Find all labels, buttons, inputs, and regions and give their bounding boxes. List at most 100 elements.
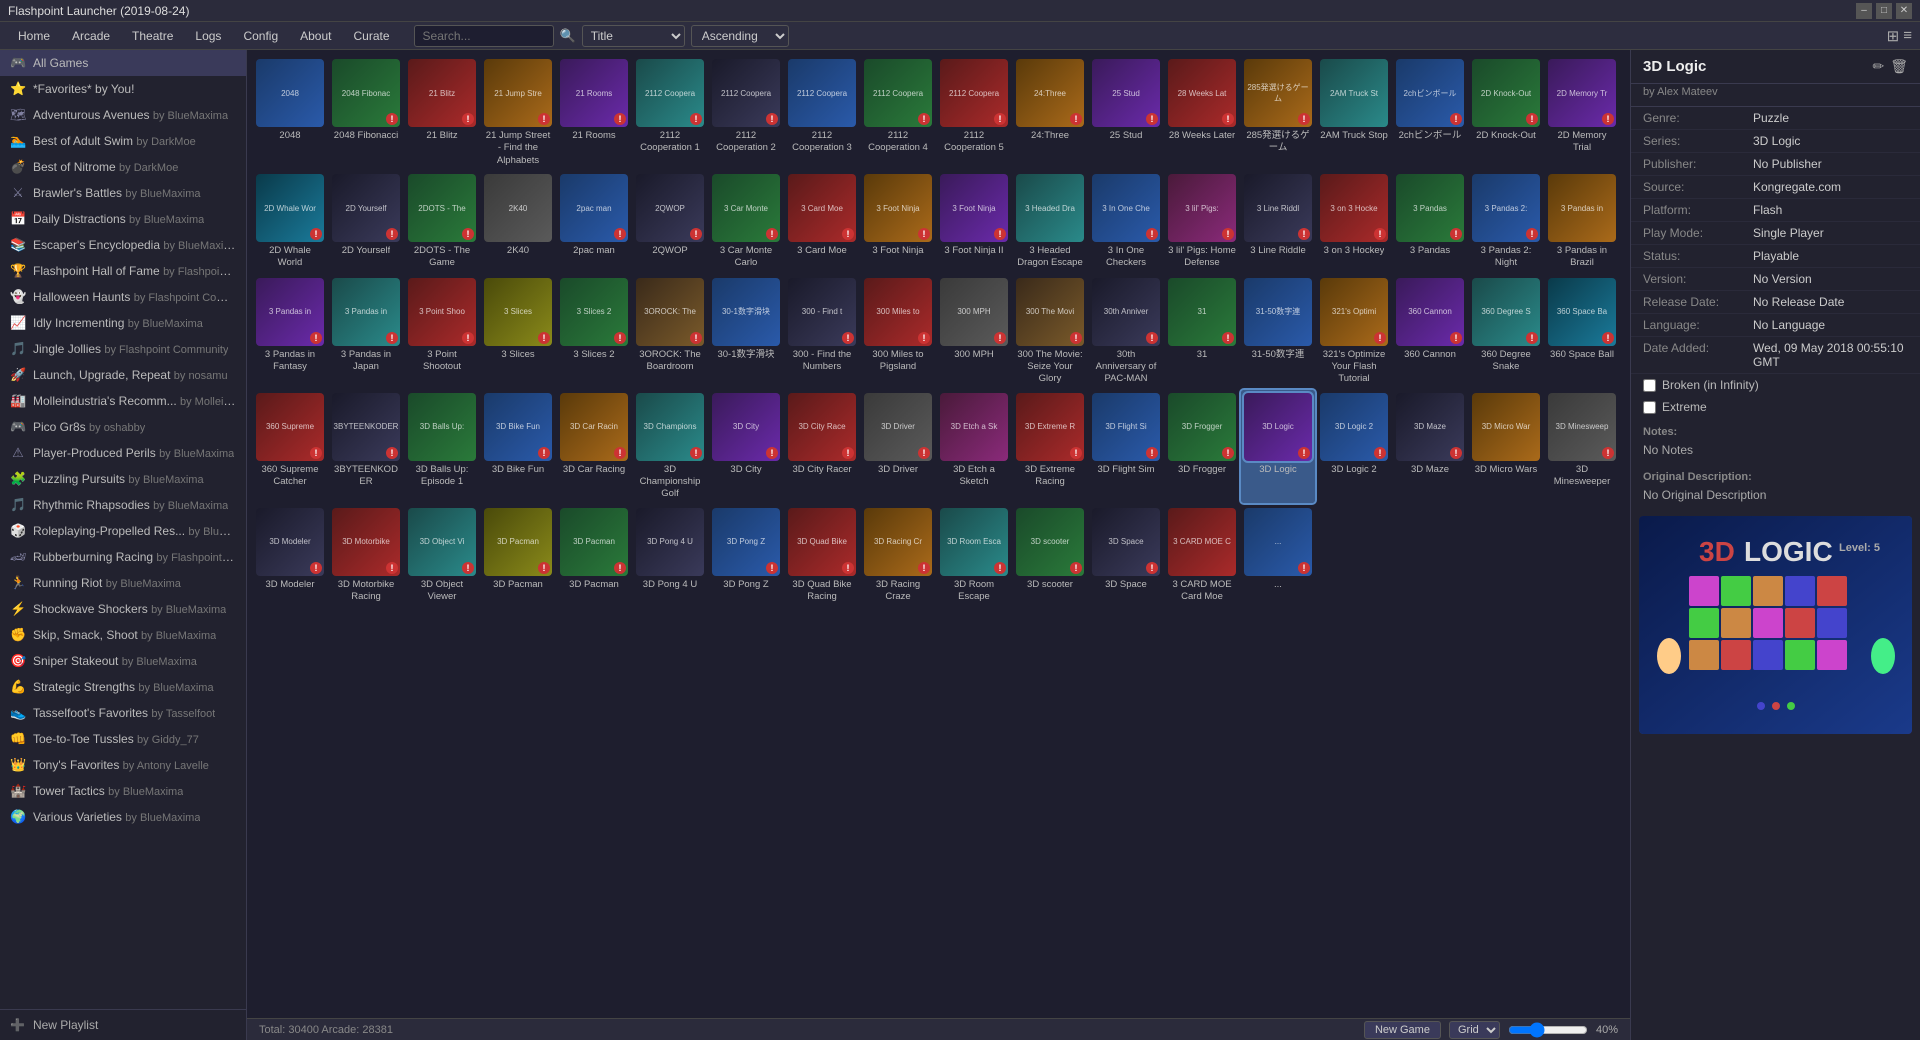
- sort-select[interactable]: Title Genre Publisher Release Date Date …: [582, 25, 685, 47]
- game-tile[interactable]: 3D Quad Bike ! 3D Quad Bike Racing: [785, 505, 859, 607]
- game-tile[interactable]: 300 The Movi ! 300 The Movie: Seize Your…: [1013, 275, 1087, 388]
- broken-checkbox[interactable]: [1643, 379, 1656, 392]
- game-tile[interactable]: 3D Modeler ! 3D Modeler: [253, 505, 327, 607]
- new-game-button[interactable]: New Game: [1364, 1021, 1441, 1039]
- sidebar-item-all-games[interactable]: 🎮 All Games: [0, 50, 246, 76]
- game-tile[interactable]: ... ! ...: [1241, 505, 1315, 607]
- game-tile[interactable]: 3 Pandas in ! 3 Pandas in Brazil: [1545, 171, 1619, 273]
- game-tile[interactable]: 3D Driver ! 3D Driver: [861, 390, 935, 503]
- sort-order-select[interactable]: Ascending Descending: [691, 25, 789, 47]
- sidebar-item-16[interactable]: 🎵 Rhythmic Rhapsodies by BlueMaxima: [0, 492, 246, 518]
- game-tile[interactable]: 2112 Coopera ! 2112 Cooperation 2: [709, 56, 783, 169]
- sidebar-item-22[interactable]: 🎯 Sniper Stakeout by BlueMaxima: [0, 648, 246, 674]
- delete-button[interactable]: 🗑: [1890, 58, 1908, 75]
- game-tile[interactable]: 2D Yourself ! 2D Yourself: [329, 171, 403, 273]
- sidebar-item-14[interactable]: ⚠ Player-Produced Perils by BlueMaxima: [0, 440, 246, 466]
- search-icon[interactable]: 🔍: [560, 28, 576, 44]
- game-tile[interactable]: 3BYTEENKODER ! 3BYTEENKODER: [329, 390, 403, 503]
- game-tile[interactable]: 21 Jump Stre ! 21 Jump Street - Find the…: [481, 56, 555, 169]
- game-tile[interactable]: 2K40 ! 2K40: [481, 171, 555, 273]
- menu-config[interactable]: Config: [233, 26, 288, 46]
- game-tile[interactable]: 3D scooter ! 3D scooter: [1013, 505, 1087, 607]
- game-tile[interactable]: 2D Knock-Out ! 2D Knock-Out: [1469, 56, 1543, 169]
- game-tile[interactable]: 2chビンボール ! 2chビンボール: [1393, 56, 1467, 169]
- sidebar-item-0[interactable]: ⭐ *Favorites* by You!: [0, 76, 246, 102]
- close-btn[interactable]: ✕: [1896, 3, 1912, 19]
- game-tile[interactable]: 2112 Coopera ! 2112 Cooperation 5: [937, 56, 1011, 169]
- game-tile[interactable]: 3 Line Riddl ! 3 Line Riddle: [1241, 171, 1315, 273]
- game-tile[interactable]: 30th Anniver ! 30th Anniversary of PAC-M…: [1089, 275, 1163, 388]
- game-tile[interactable]: 2DOTS - The ! 2DOTS - The Game: [405, 171, 479, 273]
- sidebar-item-24[interactable]: 👟 Tasselfoot's Favorites by Tasselfoot: [0, 700, 246, 726]
- game-tile[interactable]: 3D Car Racin ! 3D Car Racing: [557, 390, 631, 503]
- sidebar-item-6[interactable]: 📚 Escaper's Encyclopedia by BlueMaxima: [0, 232, 246, 258]
- game-tile[interactable]: 3D Champions ! 3D Championship Golf: [633, 390, 707, 503]
- game-tile[interactable]: 300 Miles to ! 300 Miles to Pigsland: [861, 275, 935, 388]
- sidebar-item-26[interactable]: 👑 Tony's Favorites by Antony Lavelle: [0, 752, 246, 778]
- sidebar-item-2[interactable]: 🏊 Best of Adult Swim by DarkMoe: [0, 128, 246, 154]
- game-tile[interactable]: 3D Space ! 3D Space: [1089, 505, 1163, 607]
- game-tile[interactable]: 2048 ! 2048: [253, 56, 327, 169]
- game-tile[interactable]: 30-1数字滑块 ! 30-1数字滑块: [709, 275, 783, 388]
- game-tile[interactable]: 3D Logic 2 ! 3D Logic 2: [1317, 390, 1391, 503]
- sidebar-item-23[interactable]: 💪 Strategic Strengths by BlueMaxima: [0, 674, 246, 700]
- game-tile[interactable]: 3 on 3 Hocke ! 3 on 3 Hockey: [1317, 171, 1391, 273]
- new-playlist-button[interactable]: ➕ New Playlist: [0, 1009, 246, 1040]
- sidebar-item-25[interactable]: 👊 Toe-to-Toe Tussles by Giddy_77: [0, 726, 246, 752]
- game-tile[interactable]: 3D Bike Fun ! 3D Bike Fun: [481, 390, 555, 503]
- menu-about[interactable]: About: [290, 26, 341, 46]
- games-grid-container[interactable]: 2048 ! 2048 2048 Fibonac ! 2048 Fibonacc…: [247, 50, 1630, 1018]
- game-tile[interactable]: 2pac man ! 2pac man: [557, 171, 631, 273]
- game-tile[interactable]: 2112 Coopera ! 2112 Cooperation 4: [861, 56, 935, 169]
- game-tile[interactable]: 3D Flight Si ! 3D Flight Sim: [1089, 390, 1163, 503]
- sidebar-item-19[interactable]: 🏃 Running Riot by BlueMaxima: [0, 570, 246, 596]
- game-tile[interactable]: 2D Whale Wor ! 2D Whale World: [253, 171, 327, 273]
- sidebar-item-8[interactable]: 👻 Halloween Haunts by Flashpoint Communi…: [0, 284, 246, 310]
- game-tile[interactable]: 2112 Coopera ! 2112 Cooperation 3: [785, 56, 859, 169]
- game-tile[interactable]: 3D City ! 3D City: [709, 390, 783, 503]
- game-tile[interactable]: 3 Card Moe ! 3 Card Moe: [785, 171, 859, 273]
- game-tile[interactable]: 360 Supreme ! 360 Supreme Catcher: [253, 390, 327, 503]
- sidebar-item-17[interactable]: 🎲 Roleplaying-Propelled Res... by BlueMa…: [0, 518, 246, 544]
- game-tile[interactable]: 31-50数字連 ! 31-50数字連: [1241, 275, 1315, 388]
- sidebar-item-21[interactable]: ✊ Skip, Smack, Shoot by BlueMaxima: [0, 622, 246, 648]
- game-tile[interactable]: 3D Pacman ! 3D Pacman: [481, 505, 555, 607]
- menu-theatre[interactable]: Theatre: [122, 26, 183, 46]
- search-input[interactable]: [414, 25, 554, 47]
- game-tile[interactable]: 3 Pandas in ! 3 Pandas in Japan: [329, 275, 403, 388]
- menu-home[interactable]: Home: [8, 26, 60, 46]
- game-tile[interactable]: 3D Pong Z ! 3D Pong Z: [709, 505, 783, 607]
- sidebar-item-28[interactable]: 🌍 Various Varieties by BlueMaxima: [0, 804, 246, 830]
- game-tile[interactable]: 3 Slices ! 3 Slices: [481, 275, 555, 388]
- game-tile[interactable]: 2D Memory Tr ! 2D Memory Trial: [1545, 56, 1619, 169]
- sidebar-item-13[interactable]: 🎮 Pico Gr8s by oshabby: [0, 414, 246, 440]
- game-tile[interactable]: 3 In One Che ! 3 In One Checkers: [1089, 171, 1163, 273]
- game-tile[interactable]: 31 ! 31: [1165, 275, 1239, 388]
- extreme-checkbox[interactable]: [1643, 401, 1656, 414]
- game-tile[interactable]: 3D Extreme R ! 3D Extreme Racing: [1013, 390, 1087, 503]
- sidebar-item-5[interactable]: 📅 Daily Distractions by BlueMaxima: [0, 206, 246, 232]
- game-tile[interactable]: 3D Etch a Sk ! 3D Etch a Sketch: [937, 390, 1011, 503]
- view-select[interactable]: Grid List: [1449, 1021, 1500, 1039]
- game-tile[interactable]: 3D Object Vi ! 3D Object Viewer: [405, 505, 479, 607]
- game-tile[interactable]: 3D Logic ! 3D Logic: [1241, 390, 1315, 503]
- game-tile[interactable]: 3D City Race ! 3D City Racer: [785, 390, 859, 503]
- game-tile[interactable]: 3D Room Esca ! 3D Room Escape: [937, 505, 1011, 607]
- game-tile[interactable]: 3 Pandas 2: ! 3 Pandas 2: Night: [1469, 171, 1543, 273]
- game-tile[interactable]: 360 Cannon ! 360 Cannon: [1393, 275, 1467, 388]
- sidebar-item-7[interactable]: 🏆 Flashpoint Hall of Fame by Flashpoint …: [0, 258, 246, 284]
- game-tile[interactable]: 3 Foot Ninja ! 3 Foot Ninja II: [937, 171, 1011, 273]
- sidebar-item-9[interactable]: 📈 Idly Incrementing by BlueMaxima: [0, 310, 246, 336]
- game-tile[interactable]: 3D Motorbike ! 3D Motorbike Racing: [329, 505, 403, 607]
- menu-logs[interactable]: Logs: [185, 26, 231, 46]
- game-tile[interactable]: 3 Foot Ninja ! 3 Foot Ninja: [861, 171, 935, 273]
- maximize-btn[interactable]: □: [1876, 3, 1892, 19]
- game-tile[interactable]: 2QWOP ! 2QWOP: [633, 171, 707, 273]
- game-tile[interactable]: 25 Stud ! 25 Stud: [1089, 56, 1163, 169]
- minimize-btn[interactable]: –: [1856, 3, 1872, 19]
- game-tile[interactable]: 360 Space Ba ! 360 Space Ball: [1545, 275, 1619, 388]
- game-tile[interactable]: 3D Pacman ! 3D Pacman: [557, 505, 631, 607]
- game-tile[interactable]: 3 Car Monte ! 3 Car Monte Carlo: [709, 171, 783, 273]
- game-tile[interactable]: 300 - Find t ! 300 - Find the Numbers: [785, 275, 859, 388]
- game-tile[interactable]: 3D Micro War ! 3D Micro Wars: [1469, 390, 1543, 503]
